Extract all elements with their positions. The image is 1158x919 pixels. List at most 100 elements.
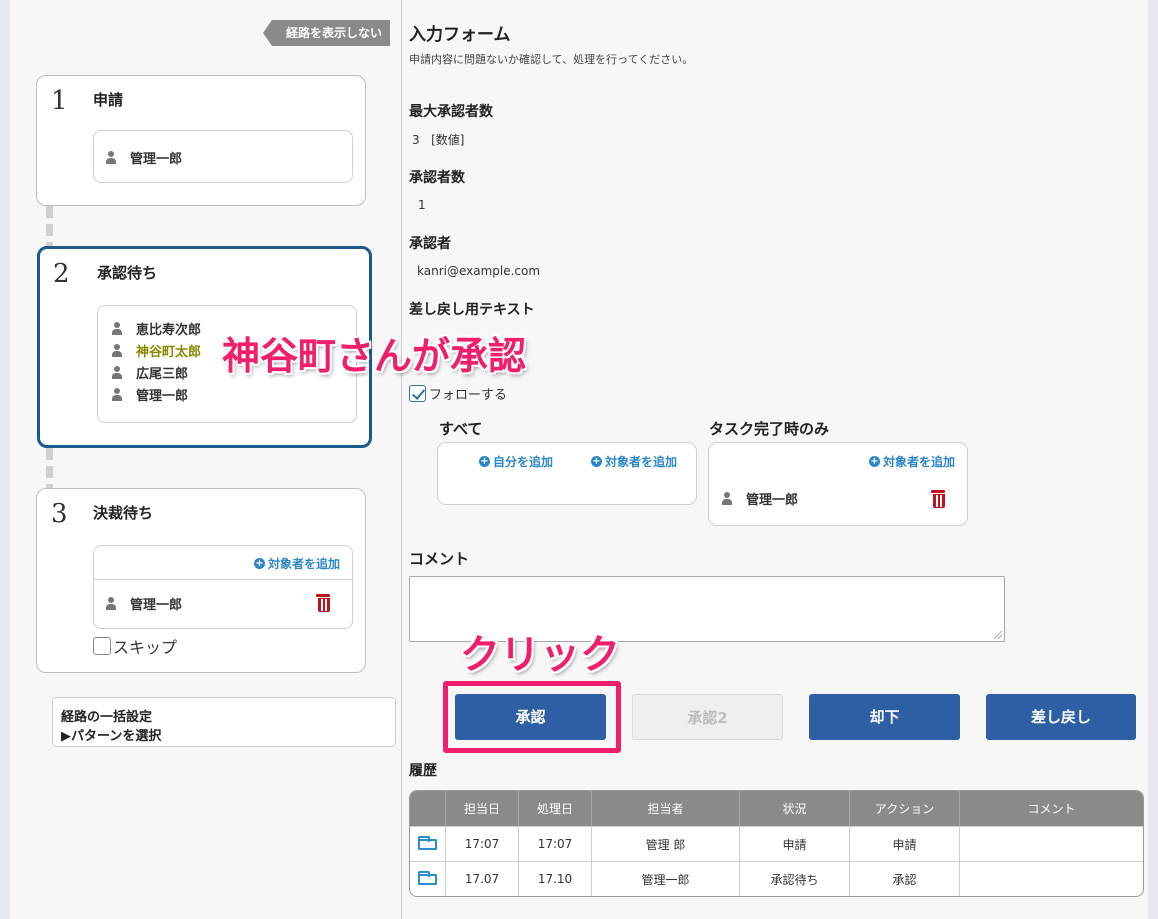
step-title: 承認待ち (97, 264, 158, 282)
plus-circle-icon: + (253, 558, 265, 569)
list-separator (94, 579, 352, 580)
add-target-label: 対象者を追加 (882, 455, 955, 469)
approver-item: 管理一郎 (112, 385, 188, 404)
person-icon (112, 344, 122, 357)
step-connector (46, 206, 53, 246)
checkbox[interactable] (93, 637, 111, 655)
skip-label: スキップ (113, 638, 178, 657)
person-icon (112, 322, 122, 335)
route-step-3: 3 決裁待ち + 対象者を追加 管理一郎 スキップ (36, 488, 366, 673)
folder-cell[interactable] (410, 861, 446, 896)
remand-button[interactable]: 差し戻し (986, 694, 1136, 740)
folder-icon[interactable] (418, 870, 437, 885)
step-number: 3 (51, 499, 68, 529)
notify-task-done-title: タスク完了時のみ (709, 420, 830, 438)
step-number: 2 (53, 259, 70, 289)
step-title: 決裁待ち (93, 504, 154, 522)
route-pattern-settings: 経路の一括設定 ▶パターンを選択 (52, 697, 396, 747)
skip-checkbox[interactable]: スキップ (93, 634, 177, 658)
table-cell: 管理 郎 (592, 826, 740, 861)
max-approvers-label: 最大承認者数 (409, 104, 493, 120)
column-header: 処理日 (519, 791, 592, 826)
reject-button[interactable]: 却下 (809, 694, 960, 740)
table-cell: 17.10 (519, 861, 592, 896)
add-self-link[interactable]: + 自分を追加 (479, 453, 553, 470)
table-row: 17.07 17.10 管理一郎 承認待ち 承認 (410, 861, 1143, 896)
column-header (410, 791, 446, 826)
approver-name: 管理一郎 (130, 598, 183, 613)
click-annotation: クリック (460, 632, 620, 678)
table-cell: 17:07 (519, 826, 592, 861)
table-cell: 管理一郎 (592, 861, 740, 896)
approver-item: 広尾三郎 (112, 363, 188, 382)
column-header: 状況 (740, 791, 850, 826)
add-target-link[interactable]: + 対象者を追加 (591, 453, 677, 470)
approve2-button: 承認2 (632, 694, 783, 740)
approver-count-value: 1 (418, 198, 426, 212)
follow-checkbox[interactable]: フォローする (409, 384, 507, 403)
notify-person-name: 管理一郎 (746, 493, 799, 508)
approver-name: 管理一郎 (136, 389, 189, 404)
person-icon (722, 492, 732, 505)
notify-person-item: 管理一郎 (722, 489, 798, 508)
table-cell: 17.07 (446, 861, 519, 896)
column-header: コメント (960, 791, 1143, 826)
form-title: 入力フォーム (409, 25, 511, 45)
add-self-label: 自分を追加 (493, 455, 554, 469)
table-row: 17:07 17:07 管理 郎 申請 申請 (410, 826, 1143, 861)
approval-annotation: 神谷町さんが承認 (222, 334, 527, 378)
history-title: 履歴 (409, 763, 437, 779)
step-connector (46, 448, 53, 488)
approver-name: 恵比寿次郎 (136, 323, 202, 338)
pattern-title: 経路の一括設定 (61, 710, 153, 725)
folder-icon[interactable] (418, 835, 437, 850)
table-cell (960, 826, 1143, 861)
table-cell: 17:07 (446, 826, 519, 861)
hide-route-button[interactable]: 経路を表示しない (263, 20, 390, 46)
approver-item-highlighted: 神谷町太郎 (112, 341, 201, 360)
folder-cell[interactable] (410, 826, 446, 861)
approver-list: 管理一郎 (93, 130, 353, 183)
approver-label: 承認者 (409, 236, 451, 252)
resize-grip-icon[interactable] (994, 631, 1002, 639)
table-cell: 申請 (740, 826, 850, 861)
plus-circle-icon: + (868, 456, 880, 467)
table-cell: 承認待ち (740, 861, 850, 896)
approver-name: 広尾三郎 (136, 367, 189, 382)
approver-item: 恵比寿次郎 (112, 319, 201, 338)
person-icon (106, 151, 116, 164)
person-icon (106, 597, 116, 610)
approver-count-label: 承認者数 (409, 170, 465, 186)
panel-divider (401, 0, 402, 919)
table-cell: 承認 (850, 861, 960, 896)
notify-task-done-box: + 対象者を追加 管理一郎 (708, 442, 968, 526)
checkbox-checked[interactable] (409, 385, 426, 402)
form-description: 申請内容に問題ないか確認して、処理を行ってください。 (409, 53, 694, 66)
history-header-row: 担当日 処理日 担当者 状況 アクション コメント (410, 791, 1143, 826)
column-header: 担当者 (592, 791, 740, 826)
approver-item: 管理一郎 (106, 148, 182, 167)
table-cell: 申請 (850, 826, 960, 861)
add-target-link[interactable]: + 対象者を追加 (868, 453, 955, 470)
history-table: 担当日 処理日 担当者 状況 アクション コメント 17:07 17:07 管理… (409, 790, 1144, 897)
approver-name: 管理一郎 (130, 152, 183, 167)
column-header: 担当日 (446, 791, 519, 826)
add-target-link[interactable]: + 対象者を追加 (253, 555, 340, 572)
click-highlight-box (443, 681, 621, 753)
comment-label: コメント (409, 550, 470, 568)
notify-all-box: + 自分を追加 + 対象者を追加 (437, 442, 697, 505)
notify-all-title: すべて (439, 420, 483, 438)
approver-value: kanri@example.com (417, 264, 541, 278)
add-target-label: 対象者を追加 (605, 455, 678, 469)
column-header: アクション (850, 791, 960, 826)
trash-icon[interactable] (931, 489, 945, 508)
follow-label: フォローする (429, 388, 508, 403)
approver-name: 神谷町太郎 (136, 345, 202, 360)
plus-circle-icon: + (591, 456, 602, 467)
table-cell (960, 861, 1143, 896)
select-pattern-link[interactable]: ▶パターンを選択 (61, 725, 387, 744)
max-approvers-value: 3 [数値] (412, 133, 465, 147)
trash-icon[interactable] (316, 593, 330, 612)
approver-item: 管理一郎 (106, 594, 182, 613)
step-title: 申請 (93, 91, 124, 109)
